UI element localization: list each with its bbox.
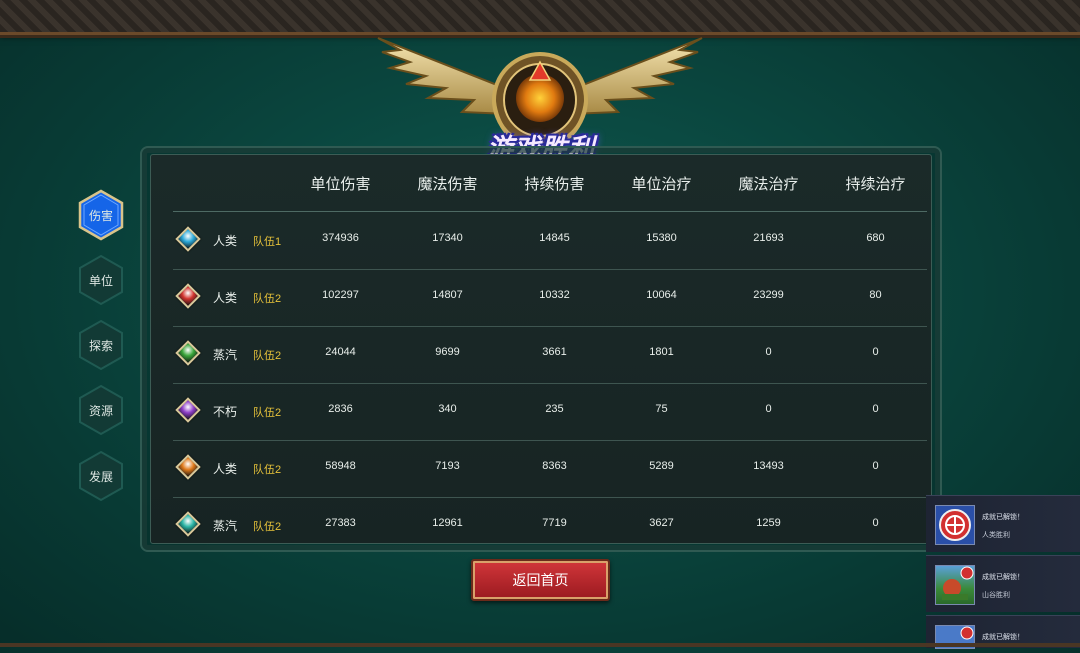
team-name: 队伍2 [253, 350, 282, 362]
race-name: 蒸汽 [213, 519, 238, 533]
notification-title: 成就已解锁！ [982, 634, 1024, 641]
table-cell: 17340 [432, 232, 463, 244]
tab-resources[interactable]: 资源 [78, 384, 124, 436]
table-cell: 1259 [756, 517, 781, 529]
team-name: 队伍2 [253, 521, 282, 533]
gem-icon [175, 340, 201, 366]
table-cell: 58948 [325, 460, 356, 472]
table-cell: 3627 [649, 517, 674, 529]
stats-table: 单位伤害 魔法伤害 持续伤害 单位治疗 魔法治疗 持续治疗 人类 队伍1 374… [150, 154, 932, 544]
gem-icon [175, 397, 201, 423]
table-cell: 12961 [432, 517, 463, 529]
tab-explore[interactable]: 探索 [78, 319, 124, 371]
table-cell: 0 [872, 517, 879, 529]
bottom-border [0, 643, 1080, 647]
table-cell: 10064 [646, 289, 677, 301]
gem-icon [175, 511, 201, 537]
tab-development-label: 发展 [88, 469, 113, 484]
return-home-button[interactable]: 返回首页 [471, 559, 610, 601]
gem-icon [175, 226, 201, 252]
table-cell: 27383 [325, 517, 356, 529]
header-magic-heal: 魔法治疗 [738, 176, 799, 193]
table-cell: 1801 [649, 346, 674, 358]
header-dot-damage: 持续伤害 [524, 176, 585, 193]
red-emblem-icon [935, 505, 975, 545]
team-name: 队伍2 [253, 464, 282, 476]
tab-units[interactable]: 单位 [78, 254, 124, 306]
table-cell: 0 [872, 403, 879, 415]
notification-name: 山谷胜利 [982, 592, 1010, 599]
table-cell: 7193 [435, 460, 460, 472]
table-cell: 2836 [328, 403, 353, 415]
race-name: 不朽 [213, 405, 238, 419]
tab-explore-label: 探索 [88, 338, 113, 353]
sun-icon [516, 74, 564, 122]
notification-title: 成就已解锁！ [982, 574, 1024, 581]
valley-scene-icon [935, 565, 975, 605]
table-cell: 0 [872, 460, 879, 472]
table-cell: 15380 [646, 232, 677, 244]
gem-icon [175, 283, 201, 309]
table-cell: 21693 [753, 232, 784, 244]
table-cell: 102297 [322, 289, 359, 301]
table-cell: 235 [545, 403, 564, 415]
table-cell: 0 [765, 403, 772, 415]
table-cell: 9699 [435, 346, 460, 358]
table-cell: 24044 [325, 346, 356, 358]
table-cell: 8363 [542, 460, 567, 472]
table-cell: 7719 [542, 517, 567, 529]
table-cell: 10332 [539, 289, 570, 301]
table-cell: 80 [869, 289, 882, 301]
table-row: 蒸汽 队伍2 27383 12961 7719 3627 1259 0 [173, 497, 927, 554]
table-cell: 374936 [322, 232, 359, 244]
tab-damage-label: 伤害 [88, 208, 113, 223]
tab-damage[interactable]: 伤害 [78, 189, 124, 241]
header-unit-heal: 单位治疗 [631, 176, 692, 193]
table-row: 人类 队伍2 102297 14807 10332 10064 23299 80 [173, 269, 927, 327]
team-name: 队伍2 [253, 407, 282, 419]
race-name: 人类 [213, 291, 238, 305]
tab-resources-label: 资源 [88, 403, 113, 418]
table-cell: 0 [872, 346, 879, 358]
table-cell: 0 [765, 346, 772, 358]
table-cell: 13493 [753, 460, 784, 472]
notification-title: 成就已解锁！ [982, 514, 1024, 521]
team-name: 队伍2 [253, 293, 282, 305]
tab-development[interactable]: 发展 [78, 450, 124, 502]
table-cell: 14807 [432, 289, 463, 301]
header-hot-heal: 持续治疗 [845, 176, 906, 193]
race-name: 人类 [213, 234, 238, 248]
table-cell: 14845 [539, 232, 570, 244]
race-name: 蒸汽 [213, 348, 238, 362]
table-row: 人类 队伍2 58948 7193 8363 5289 13493 0 [173, 440, 927, 498]
table-row: 蒸汽 队伍2 24044 9699 3661 1801 0 0 [173, 326, 927, 384]
stats-panel: 单位伤害 魔法伤害 持续伤害 单位治疗 魔法治疗 持续治疗 人类 队伍1 374… [140, 146, 942, 552]
table-row: 人类 队伍1 374936 17340 14845 15380 21693 68… [173, 212, 927, 270]
achievement-notification[interactable]: 成就已解锁！ 人类胜利 [926, 495, 1080, 552]
table-header: 单位伤害 魔法伤害 持续伤害 单位治疗 魔法治疗 持续治疗 [173, 155, 927, 212]
table-cell: 5289 [649, 460, 674, 472]
header-magic-damage: 魔法伤害 [417, 176, 478, 193]
tab-units-label: 单位 [88, 273, 113, 288]
table-cell: 3661 [542, 346, 567, 358]
race-name: 人类 [213, 462, 238, 476]
table-cell: 75 [655, 403, 668, 415]
team-name: 队伍1 [253, 236, 282, 248]
gem-icon [175, 454, 201, 480]
header-unit-damage: 单位伤害 [310, 176, 371, 193]
table-cell: 340 [438, 403, 457, 415]
notification-name: 人类胜利 [982, 532, 1010, 539]
top-border [0, 0, 1080, 38]
table-row: 不朽 队伍2 2836 340 235 75 0 0 [173, 383, 927, 441]
table-cell: 680 [866, 232, 885, 244]
table-cell: 23299 [753, 289, 784, 301]
achievement-notification[interactable]: 成就已解锁！ 山谷胜利 [926, 555, 1080, 612]
